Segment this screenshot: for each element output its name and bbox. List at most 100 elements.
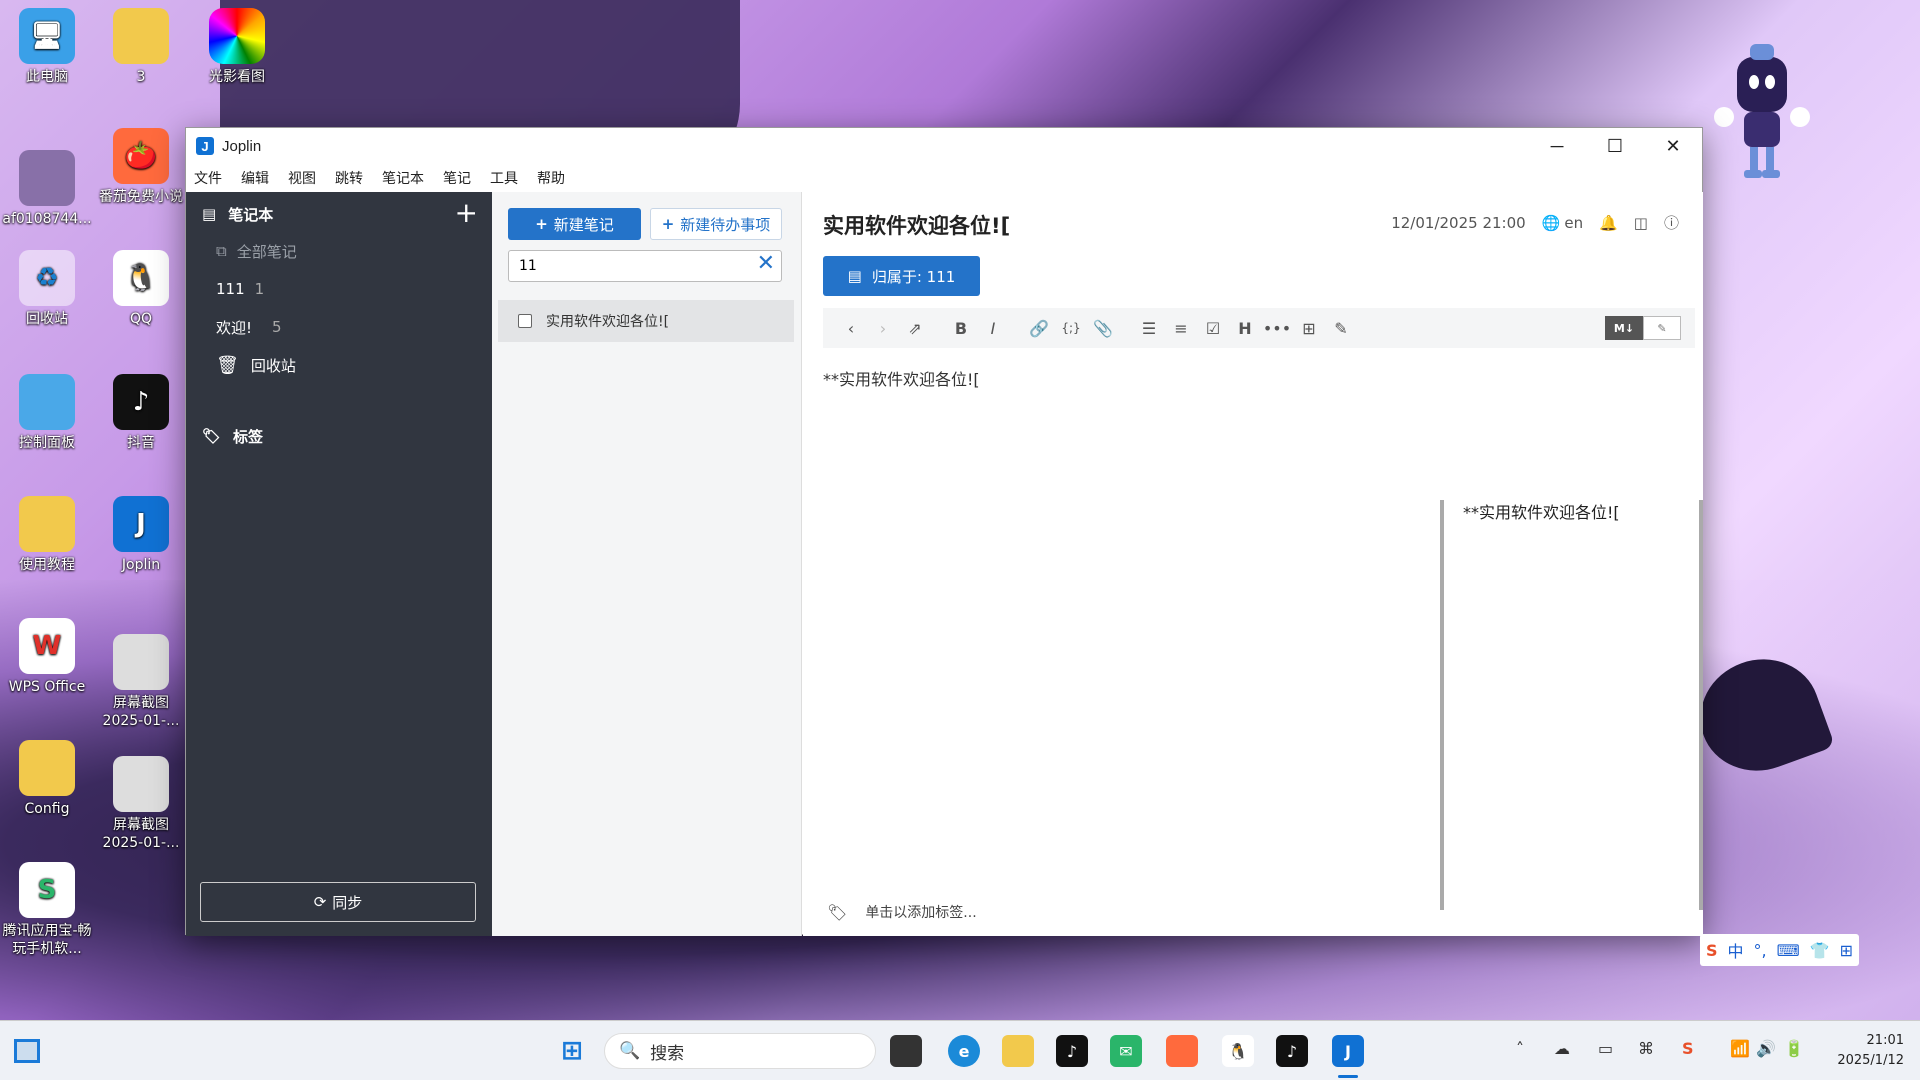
volume-icon[interactable]: 🔊	[1756, 1039, 1776, 1058]
battery-icon[interactable]: 🔋	[1784, 1039, 1804, 1058]
menu-tools[interactable]: 工具	[490, 168, 518, 188]
sogou-tray-icon[interactable]: S	[1682, 1039, 1694, 1058]
onedrive-icon[interactable]: ☁	[1554, 1039, 1570, 1058]
new-note-button[interactable]: + 新建笔记	[508, 208, 641, 240]
notebooks-header[interactable]: ▤ 笔记本 +	[186, 196, 492, 232]
desktop-icon-tencent-appstore[interactable]: S 腾讯应用宝-畅玩手机软...	[2, 862, 92, 958]
desktop-icon-recycle-bin[interactable]: ♻ 回收站	[2, 250, 92, 328]
note-date[interactable]: 12/01/2025 21:00	[1391, 214, 1525, 232]
insert-datetime-icon[interactable]: ⊞	[1293, 319, 1325, 338]
joplin-taskbar-icon[interactable]: J	[1332, 1035, 1364, 1067]
menu-edit[interactable]: 编辑	[241, 168, 269, 188]
maximize-button[interactable]: ☐	[1586, 128, 1644, 164]
sidebar-item-all-notes[interactable]: ⧉ 全部笔记	[186, 232, 492, 270]
close-button[interactable]: ✕	[1644, 128, 1702, 164]
desktop-icon-folder-3[interactable]: 3	[96, 8, 186, 86]
desktop-icon-image-file[interactable]: af0108744...	[2, 150, 92, 228]
menu-help[interactable]: 帮助	[537, 168, 565, 188]
desktop-icon-tutorial-folder[interactable]: 使用教程	[2, 496, 92, 574]
pane-splitter[interactable]	[1440, 500, 1444, 910]
menu-go[interactable]: 跳转	[335, 168, 363, 188]
desktop-icon-screenshot-2[interactable]: 屏幕截图 2025-01-...	[96, 756, 186, 852]
numbered-list-icon[interactable]: ≡	[1165, 319, 1197, 338]
sidebar-item-notebook-welcome[interactable]: 欢迎! 5	[186, 308, 492, 346]
alarm-bell-icon[interactable]: 🔔	[1599, 214, 1618, 232]
add-notebook-button[interactable]: +	[455, 196, 478, 229]
skin-icon: 👕	[1809, 940, 1830, 960]
desktop-icon-douyin[interactable]: ♪ 抖音	[96, 374, 186, 452]
forward-icon[interactable]: ›	[867, 319, 899, 338]
desktop-icon-screenshot-1[interactable]: 屏幕截图 2025-01-...	[96, 634, 186, 730]
note-meta: 12/01/2025 21:00 🌐 en 🔔 ◫ ⓘ	[1375, 212, 1679, 233]
search-input[interactable]: 11 ✕	[508, 250, 782, 282]
markdown-mode-button[interactable]: M↓	[1605, 316, 1643, 340]
tablet-icon[interactable]: ▭	[1598, 1039, 1613, 1058]
menu-note[interactable]: 笔记	[443, 168, 471, 188]
note-title[interactable]: 实用软件欢迎各位![	[823, 210, 1010, 240]
external-edit-icon[interactable]: ⇗	[899, 319, 931, 338]
horizontal-rule-icon[interactable]: •••	[1261, 319, 1293, 338]
note-list-item[interactable]: 实用软件欢迎各位![	[498, 300, 794, 342]
sidebar-item-trash[interactable]: 🗑 回收站	[186, 346, 492, 384]
checklist-icon[interactable]: ☑	[1197, 319, 1229, 338]
title-bar[interactable]: J Joplin ─ ☐ ✕	[186, 128, 1702, 164]
wechat-icon[interactable]: ✉	[1110, 1035, 1142, 1067]
todo-checkbox[interactable]	[518, 314, 532, 328]
system-clock[interactable]: 21:01 2025/1/12	[1837, 1031, 1904, 1071]
tags-header[interactable]: 🏷 标签	[186, 418, 492, 454]
widgets-icon[interactable]	[14, 1039, 40, 1063]
desktop-robot-pet[interactable]	[1712, 42, 1812, 182]
italic-icon[interactable]: I	[977, 319, 1009, 338]
note-count: 5	[272, 318, 282, 336]
menu-notebook[interactable]: 笔记本	[382, 168, 424, 188]
back-icon[interactable]: ‹	[835, 319, 867, 338]
layout-toggle-icon[interactable]: ◫	[1634, 214, 1648, 232]
preview-scrollbar[interactable]	[1699, 500, 1703, 910]
minimize-button[interactable]: ─	[1528, 128, 1586, 164]
desktop-icon-config[interactable]: Config	[2, 740, 92, 818]
task-view-icon[interactable]	[890, 1035, 922, 1067]
tag-bar[interactable]: 🏷 单击以添加标签...	[827, 902, 977, 922]
desktop-icon-this-pc[interactable]: 🖥 此电脑	[2, 8, 92, 86]
chevron-up-icon[interactable]: ˄	[1516, 1039, 1524, 1058]
bold-icon[interactable]: B	[945, 319, 977, 338]
desktop-icon-joplin[interactable]: J Joplin	[96, 496, 186, 574]
info-icon[interactable]: ⓘ	[1664, 212, 1679, 233]
taskbar-search[interactable]: 🔍 搜索	[604, 1033, 876, 1069]
menu-view[interactable]: 视图	[288, 168, 316, 188]
sync-button[interactable]: ⟳ 同步	[200, 882, 476, 922]
sidebar-item-notebook-111[interactable]: 111 1	[186, 270, 492, 308]
douyin-taskbar-icon-2[interactable]: ♪	[1276, 1035, 1308, 1067]
desktop-icon-control-panel[interactable]: 控制面板	[2, 374, 92, 452]
douyin-taskbar-icon[interactable]: ♪	[1056, 1035, 1088, 1067]
code-icon[interactable]: {;}	[1055, 321, 1087, 335]
bullet-list-icon[interactable]: ☰	[1133, 319, 1165, 338]
file-explorer-icon[interactable]	[1002, 1035, 1034, 1067]
edit-pen-icon[interactable]: ✎	[1325, 319, 1357, 338]
wifi-icon[interactable]: 📶	[1730, 1039, 1750, 1058]
edge-icon[interactable]: e	[948, 1035, 980, 1067]
color-wheel-icon	[209, 8, 265, 64]
desktop-icon-fanqie-novel[interactable]: 🍅 番茄免费小说	[96, 128, 186, 206]
attachment-icon[interactable]: 📎	[1087, 319, 1119, 338]
globe-icon[interactable]: 🌐	[1542, 214, 1561, 232]
link-icon[interactable]: 🔗	[1023, 319, 1055, 338]
new-todo-button[interactable]: + 新建待办事项	[650, 208, 782, 240]
fanqie-taskbar-icon[interactable]	[1166, 1035, 1198, 1067]
rich-text-mode-button[interactable]: ✎	[1643, 316, 1681, 340]
desktop-icon-photo-viewer[interactable]: 光影看图	[192, 8, 282, 86]
markdown-pane[interactable]: **实用软件欢迎各位![	[823, 366, 1263, 906]
menu-file[interactable]: 文件	[194, 168, 222, 188]
notebook-button[interactable]: ▤ 归属于: 111	[823, 256, 980, 296]
input-icon[interactable]: ⌘	[1638, 1039, 1654, 1058]
desktop-icon-qq[interactable]: 🐧 QQ	[96, 250, 186, 328]
heading-icon[interactable]: H	[1229, 319, 1261, 338]
start-button[interactable]: ⊞	[556, 1035, 588, 1067]
ime-toolbar[interactable]: S 中 °, ⌨ 👕 ⊞	[1700, 934, 1860, 966]
tiktok-icon: ♪	[113, 374, 169, 430]
desktop-icon-wps[interactable]: W WPS Office	[2, 618, 92, 696]
clear-search-icon[interactable]: ✕	[757, 251, 775, 276]
editor-mode-toggle: M↓ ✎	[1605, 316, 1681, 340]
qq-taskbar-icon[interactable]: 🐧	[1222, 1035, 1254, 1067]
spellcheck-lang[interactable]: en	[1564, 214, 1583, 232]
